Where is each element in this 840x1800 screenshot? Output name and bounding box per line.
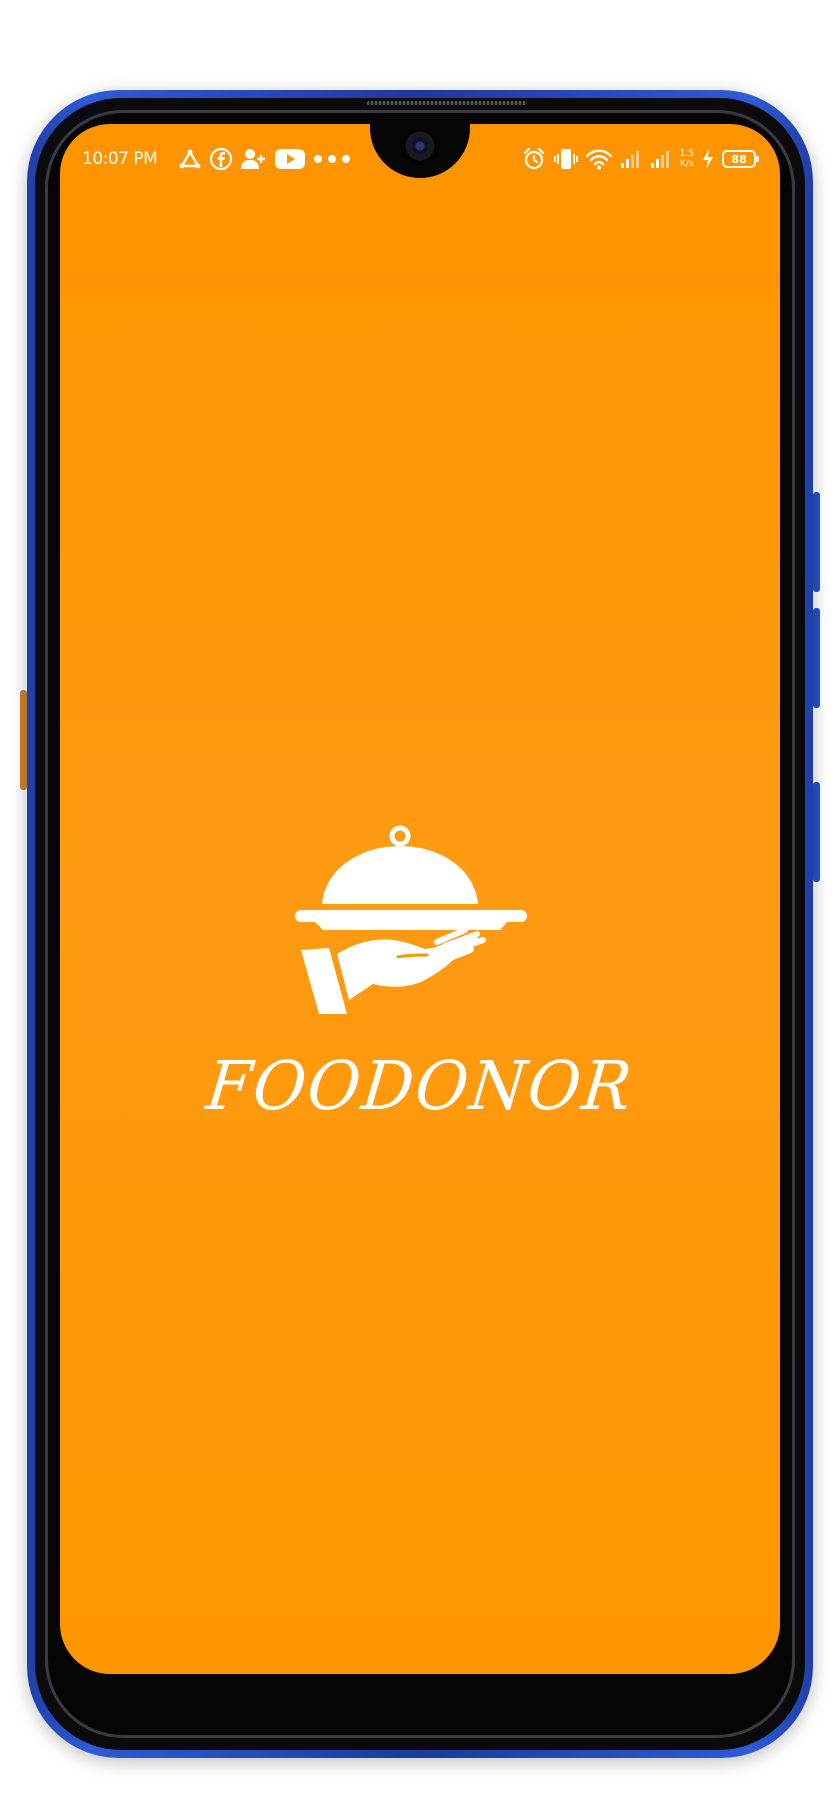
signal-icon <box>620 147 642 171</box>
charging-bolt-icon <box>702 147 714 171</box>
device-mockup: 10:07 PM 1.5 K/s 88 FOODONOR <box>0 0 840 1800</box>
network-speed: 1.5 K/s <box>680 149 694 169</box>
facebook-icon <box>209 147 233 171</box>
wifi-icon <box>585 147 612 171</box>
food-serving-hand-icon <box>295 825 527 1014</box>
add-contact-icon <box>241 147 267 171</box>
network-speed-unit: K/s <box>680 159 694 169</box>
vibrate-icon <box>553 147 578 171</box>
volume-down-button <box>813 608 820 708</box>
side-button <box>20 690 27 790</box>
splash-content: FOODONOR <box>60 824 780 1126</box>
alarm-icon <box>522 147 546 171</box>
battery-level: 88 <box>731 152 747 166</box>
battery-indicator: 88 <box>722 150 759 168</box>
earpiece-speaker <box>367 101 527 105</box>
triangle-share-icon <box>179 147 201 171</box>
youtube-icon <box>275 147 306 171</box>
network-speed-value: 1.5 <box>679 149 694 159</box>
volume-up-button <box>813 492 820 592</box>
app-title: FOODONOR <box>203 1048 637 1126</box>
app-screen: 10:07 PM 1.5 K/s 88 FOODONOR <box>60 124 780 1674</box>
status-bar-left: 10:07 PM <box>82 146 351 172</box>
status-bar-right: 1.5 K/s 88 <box>522 146 759 172</box>
status-time: 10:07 PM <box>82 149 158 169</box>
signal-icon <box>650 147 672 171</box>
more-dots-icon <box>313 147 351 171</box>
power-button <box>813 782 820 882</box>
front-camera <box>404 130 436 162</box>
